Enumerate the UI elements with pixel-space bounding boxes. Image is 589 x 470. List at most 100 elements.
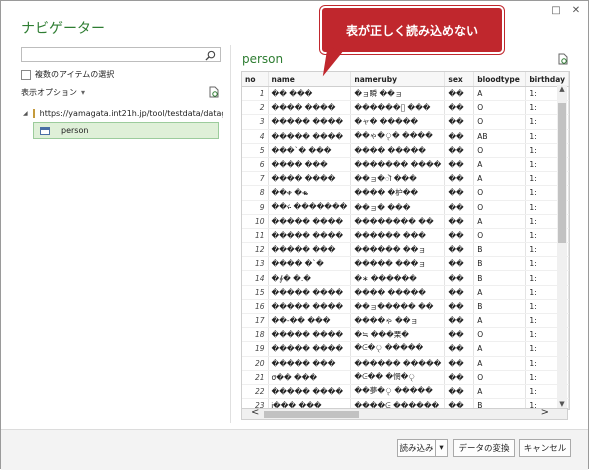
transform-data-button[interactable]: データの変換 xyxy=(453,439,515,457)
scroll-down-arrow[interactable]: ▼ xyxy=(557,400,567,408)
table-row: 19 ����� ���� �ᕮ�ৃ ����� �� A 1: xyxy=(242,341,569,357)
table-cell: ��ョ�ॊ ��� xyxy=(350,171,446,187)
scroll-left-arrow[interactable]: < xyxy=(251,407,259,418)
table-cell: ���`� ��� xyxy=(268,143,352,158)
scroll-up-arrow[interactable]: ▲ xyxy=(557,85,567,93)
table-cell: �ᕮ�ৃ ����� xyxy=(350,341,446,357)
source-url: https://yamagata.int21h.jp/tool/testdata… xyxy=(39,109,223,118)
table-cell: 12 xyxy=(242,242,269,258)
preview-table[interactable]: no name nameruby sex bloodtype birthday … xyxy=(241,71,570,410)
table-cell: ����� ���� xyxy=(268,228,352,244)
load-dropdown-arrow[interactable]: ▾ xyxy=(435,440,447,456)
table-cell: �� xyxy=(444,370,475,385)
table-cell: 21 xyxy=(242,370,269,385)
table-cell: A xyxy=(473,356,527,371)
table-cell: ��ョ����� �� xyxy=(350,299,446,315)
table-cell: �ᕮ�� �惘�ৃ xyxy=(350,370,446,385)
table-cell: O xyxy=(473,100,527,116)
table-cell: AB xyxy=(473,129,527,144)
table-cell: �� xyxy=(444,143,475,158)
table-cell: A xyxy=(473,285,527,300)
table-cell: 8 xyxy=(242,185,269,201)
table-cell: ����� ���� xyxy=(268,114,352,130)
table-cell: ��ョ� ��� xyxy=(350,200,446,215)
scroll-right-arrow[interactable]: > xyxy=(541,407,549,418)
search-input[interactable] xyxy=(21,47,221,62)
display-options-dropdown[interactable]: 表示オプション ▾ xyxy=(21,87,85,98)
load-split-button[interactable]: 読み込み ▾ xyxy=(397,439,448,457)
table-cell: 7 xyxy=(242,171,269,187)
column-header[interactable]: bloodtype xyxy=(473,72,527,87)
table-row: 8 ��ቀ �ቈ ���� �枦�� �� O 1: xyxy=(242,185,569,201)
multi-select-checkbox[interactable]: 複数のアイテムの選択 xyxy=(21,69,114,80)
table-row: 9 ��ሩ ������� ��ョ� ��� �� O 1: xyxy=(242,200,569,215)
expand-toggle-icon[interactable]: ◢ xyxy=(23,110,28,117)
table-cell: 1 xyxy=(242,86,269,102)
table-cell: ���� ����� xyxy=(350,143,446,158)
table-cell: �� xyxy=(444,171,475,187)
table-cell: ���� ���� xyxy=(268,100,352,116)
table-name: person xyxy=(61,126,89,135)
table-cell: 4 xyxy=(242,129,269,144)
horizontal-scroll-thumb[interactable] xyxy=(264,411,359,418)
table-row: 11 ����� ���� ������ ��� �� O 1: xyxy=(242,228,569,244)
tree-table-person[interactable]: person xyxy=(33,122,219,139)
table-row: 5 ���`� ��� ���� ����� �� O 1: xyxy=(242,143,569,158)
tree-source-node[interactable]: ◢ https://yamagata.int21h.jp/tool/testda… xyxy=(23,109,223,118)
table-cell: ����� ��� xyxy=(268,356,352,371)
table-cell: 14 xyxy=(242,270,269,286)
navigator-dialog: ナビゲーター □ ✕ 複数のアイテムの選択 表示オプション ▾ ◢ https:… xyxy=(0,0,589,470)
vertical-scroll-thumb[interactable] xyxy=(558,103,566,243)
table-cell: ���� �`� xyxy=(268,256,352,272)
table-cell: A xyxy=(473,313,527,329)
table-cell: A xyxy=(473,171,527,187)
table-row: 3 ����� ���� �ャ� ����� �� O 1: xyxy=(242,114,569,130)
search-icon[interactable] xyxy=(205,50,216,61)
table-row: 15 ����� ���� ���� ����� �� A 1: xyxy=(242,285,569,300)
table-cell: 17 xyxy=(242,313,269,329)
table-cell: 9 xyxy=(242,200,269,215)
table-cell: B xyxy=(473,270,527,286)
table-cell: ���� ��� xyxy=(268,157,352,173)
table-cell: ��ቀ �ቈ xyxy=(268,185,352,201)
table-cell: B xyxy=(473,299,527,315)
table-cell: �ャ� ����� xyxy=(350,114,446,130)
table-cell: 22 xyxy=(242,384,269,400)
table-cell: ��夢�ৃ ����� xyxy=(350,384,446,400)
table-cell: ��ሩ ������� xyxy=(268,200,352,215)
table-cell: �� xyxy=(444,228,475,244)
column-header[interactable]: sex xyxy=(444,72,475,87)
refresh-document-icon[interactable] xyxy=(208,86,220,98)
refresh-preview-icon[interactable] xyxy=(557,53,569,65)
table-cell: ����� ���� xyxy=(268,285,352,300)
pane-divider[interactable] xyxy=(230,45,231,423)
vertical-scrollbar[interactable]: ▲ ▼ xyxy=(557,85,567,408)
table-cell: ���� �枦�� xyxy=(350,185,446,201)
table-row: 22 ����� ���� ��夢�ৃ ����� �� A 1: xyxy=(242,384,569,400)
table-row: 7 ���� ���� ��ョ�ॊ ��� �� A 1: xyxy=(242,171,569,187)
column-header[interactable]: nameruby xyxy=(350,72,446,87)
table-cell: �� xyxy=(444,356,475,371)
table-icon xyxy=(40,126,50,135)
table-cell: ������ু ��� xyxy=(350,100,446,116)
table-cell: �� xyxy=(444,100,475,116)
table-cell: A xyxy=(473,157,527,173)
checkbox-box[interactable] xyxy=(21,69,31,80)
table-row: 20 ����� ��� ������ ����� �� A 1: xyxy=(242,356,569,371)
cancel-button[interactable]: キャンセル xyxy=(519,439,571,457)
column-header[interactable]: name xyxy=(268,72,352,87)
table-cell: ���� ���� xyxy=(268,171,352,187)
table-cell: �ョ瞬 ��ョ xyxy=(350,86,446,102)
table-cell: �� xyxy=(444,270,475,286)
table-row: 10 ����� ���� �������� �� �� A 1: xyxy=(242,214,569,229)
table-cell: �� xyxy=(444,341,475,357)
table-cell: �� xyxy=(444,313,475,329)
column-header[interactable]: no xyxy=(242,72,269,87)
display-options-label: 表示オプション xyxy=(21,88,77,97)
dialog-title: ナビゲーター xyxy=(21,21,105,37)
close-button[interactable]: ✕ xyxy=(569,4,583,18)
restore-button[interactable]: □ xyxy=(549,4,563,18)
table-cell: 3 xyxy=(242,114,269,130)
horizontal-scrollbar[interactable]: < > xyxy=(241,407,568,420)
table-cell: 15 xyxy=(242,285,269,300)
